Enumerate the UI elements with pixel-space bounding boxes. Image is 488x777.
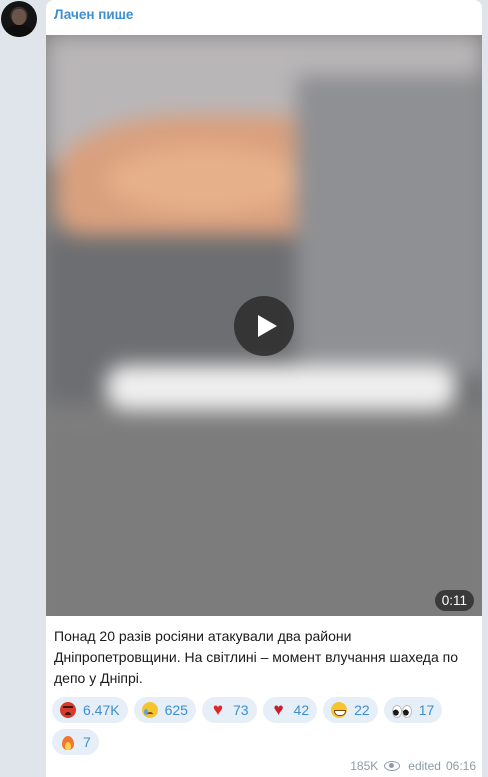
reaction-count: 625 bbox=[164, 702, 188, 718]
reaction-fire[interactable]: 7 bbox=[52, 729, 99, 755]
eyes-icon bbox=[391, 701, 413, 719]
edited-label: edited bbox=[408, 759, 441, 773]
reaction-angry[interactable]: 6.47K bbox=[52, 697, 128, 723]
channel-avatar[interactable] bbox=[1, 1, 37, 37]
message-meta: 185K edited 06:16 bbox=[350, 759, 476, 773]
reaction-count: 17 bbox=[418, 702, 435, 718]
reaction-eyes[interactable]: 17 bbox=[383, 697, 443, 723]
views-icon bbox=[384, 761, 401, 771]
reactions-bar: 6.47K 625 ♥ 73 ♥ 42 22 17 7 bbox=[52, 697, 476, 755]
crying-face-icon bbox=[141, 701, 159, 719]
message-bubble: Лачен пише 0:11 Понад 20 разів росіяни а… bbox=[46, 0, 482, 777]
reaction-broken-heart[interactable]: ♥ 42 bbox=[262, 697, 318, 723]
author-name[interactable]: Лачен пише bbox=[54, 7, 133, 22]
grinning-face-icon bbox=[330, 701, 348, 719]
play-button[interactable] bbox=[234, 296, 294, 356]
avatar-face bbox=[12, 9, 26, 25]
angry-face-icon bbox=[59, 701, 77, 719]
video-preview[interactable]: 0:11 bbox=[46, 35, 482, 616]
message-time: 06:16 bbox=[445, 759, 476, 773]
broken-heart-icon: ♥ bbox=[273, 700, 284, 719]
reaction-count: 73 bbox=[232, 702, 249, 718]
red-heart-icon: ♥ bbox=[212, 700, 223, 719]
fire-icon bbox=[59, 733, 77, 751]
reaction-count: 22 bbox=[354, 702, 370, 718]
reaction-count: 7 bbox=[83, 734, 91, 750]
reaction-count: 6.47K bbox=[83, 702, 120, 718]
video-duration: 0:11 bbox=[434, 590, 474, 611]
reaction-count: 42 bbox=[293, 702, 310, 718]
reaction-crying[interactable]: 625 bbox=[133, 697, 196, 723]
message-text: Понад 20 разів росіяни атакували два рай… bbox=[54, 628, 459, 686]
avatar-body bbox=[5, 25, 33, 37]
reaction-grin[interactable]: 22 bbox=[323, 697, 378, 723]
reaction-heart[interactable]: ♥ 73 bbox=[201, 697, 257, 723]
view-count: 185K bbox=[350, 759, 379, 773]
